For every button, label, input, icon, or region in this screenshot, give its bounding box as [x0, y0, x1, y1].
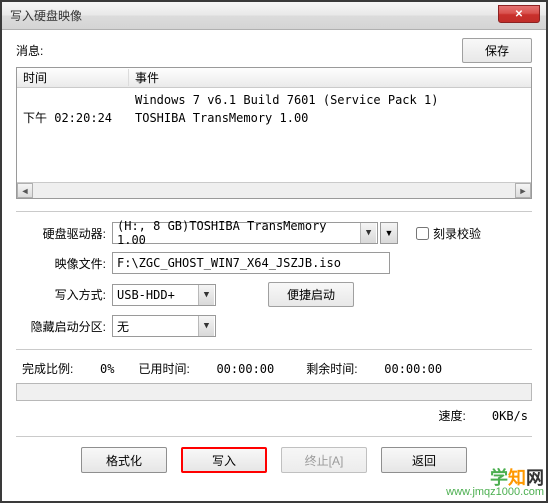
- close-button[interactable]: ✕: [498, 5, 540, 23]
- write-button[interactable]: 写入: [181, 447, 267, 473]
- message-label: 消息:: [16, 42, 43, 59]
- image-label: 映像文件:: [16, 255, 112, 272]
- chevron-down-icon: ▼: [385, 228, 394, 238]
- scroll-right-icon[interactable]: ►: [515, 183, 531, 198]
- log-header-time[interactable]: 时间: [17, 69, 129, 86]
- log-scrollbar[interactable]: ◄ ►: [17, 182, 531, 198]
- used-time-label: 已用时间:: [132, 360, 204, 377]
- done-value: 0%: [100, 362, 114, 376]
- remain-time-label: 剩余时间:: [300, 360, 372, 377]
- hidden-boot-select[interactable]: 无 ▼: [112, 315, 216, 337]
- verify-label: 刻录校验: [433, 225, 481, 242]
- format-button[interactable]: 格式化: [81, 447, 167, 473]
- hdd-value: (H:, 8 GB)TOSHIBA TransMemory 1.00: [117, 219, 360, 247]
- hidden-boot-value: 无: [117, 318, 129, 335]
- titlebar: 写入硬盘映像 ✕: [2, 2, 546, 30]
- separator: [16, 436, 532, 437]
- image-path-field[interactable]: F:\ZGC_GHOST_WIN7_X64_JSZJB.iso: [112, 252, 390, 274]
- used-time-value: 00:00:00: [216, 362, 274, 376]
- window-title: 写入硬盘映像: [10, 7, 82, 24]
- chevron-down-icon: ▼: [198, 316, 214, 336]
- progress-status: 完成比例: 0% 已用时间: 00:00:00 剩余时间: 00:00:00: [16, 360, 532, 377]
- back-button[interactable]: 返回: [381, 447, 467, 473]
- scroll-left-icon[interactable]: ◄: [17, 183, 33, 198]
- hdd-extra-button[interactable]: ▼: [380, 222, 398, 244]
- quick-boot-button[interactable]: 便捷启动: [268, 282, 354, 307]
- write-mode-value: USB-HDD+: [117, 288, 175, 302]
- save-button[interactable]: 保存: [462, 38, 532, 63]
- write-mode-select[interactable]: USB-HDD+ ▼: [112, 284, 216, 306]
- hidden-boot-label: 隐藏启动分区:: [16, 318, 112, 335]
- verify-checkbox[interactable]: [416, 227, 429, 240]
- log-panel: 时间 事件 Windows 7 v6.1 Build 7601 (Service…: [16, 67, 532, 199]
- speed-label: 速度:: [439, 407, 466, 424]
- hdd-select[interactable]: (H:, 8 GB)TOSHIBA TransMemory 1.00 ▼: [112, 222, 378, 244]
- chevron-down-icon: ▼: [198, 285, 214, 305]
- log-cell-event: Windows 7 v6.1 Build 7601 (Service Pack …: [129, 91, 531, 109]
- hdd-label: 硬盘驱动器:: [16, 225, 112, 242]
- write-mode-label: 写入方式:: [16, 286, 112, 303]
- log-header-event[interactable]: 事件: [129, 69, 531, 86]
- image-path-value: F:\ZGC_GHOST_WIN7_X64_JSZJB.iso: [117, 256, 341, 270]
- speed-value: 0KB/s: [492, 409, 528, 423]
- separator: [16, 211, 532, 212]
- done-label: 完成比例:: [16, 360, 88, 377]
- log-cell-time: 下午 02:20:24: [17, 109, 129, 127]
- log-header: 时间 事件: [17, 68, 531, 88]
- log-body: Windows 7 v6.1 Build 7601 (Service Pack …: [17, 88, 531, 182]
- chevron-down-icon: ▼: [360, 223, 376, 243]
- close-icon: ✕: [515, 9, 523, 20]
- log-row: 下午 02:20:24 TOSHIBA TransMemory 1.00: [17, 109, 531, 127]
- verify-checkbox-wrap[interactable]: 刻录校验: [412, 224, 481, 243]
- progress-bar: [16, 383, 532, 401]
- separator: [16, 349, 532, 350]
- remain-time-value: 00:00:00: [384, 362, 442, 376]
- abort-button: 终止[A]: [281, 447, 367, 473]
- log-row: Windows 7 v6.1 Build 7601 (Service Pack …: [17, 91, 531, 109]
- log-cell-event: TOSHIBA TransMemory 1.00: [129, 109, 531, 127]
- watermark-url: www.jmqz1000.com: [446, 485, 544, 499]
- log-cell-time: [17, 91, 129, 109]
